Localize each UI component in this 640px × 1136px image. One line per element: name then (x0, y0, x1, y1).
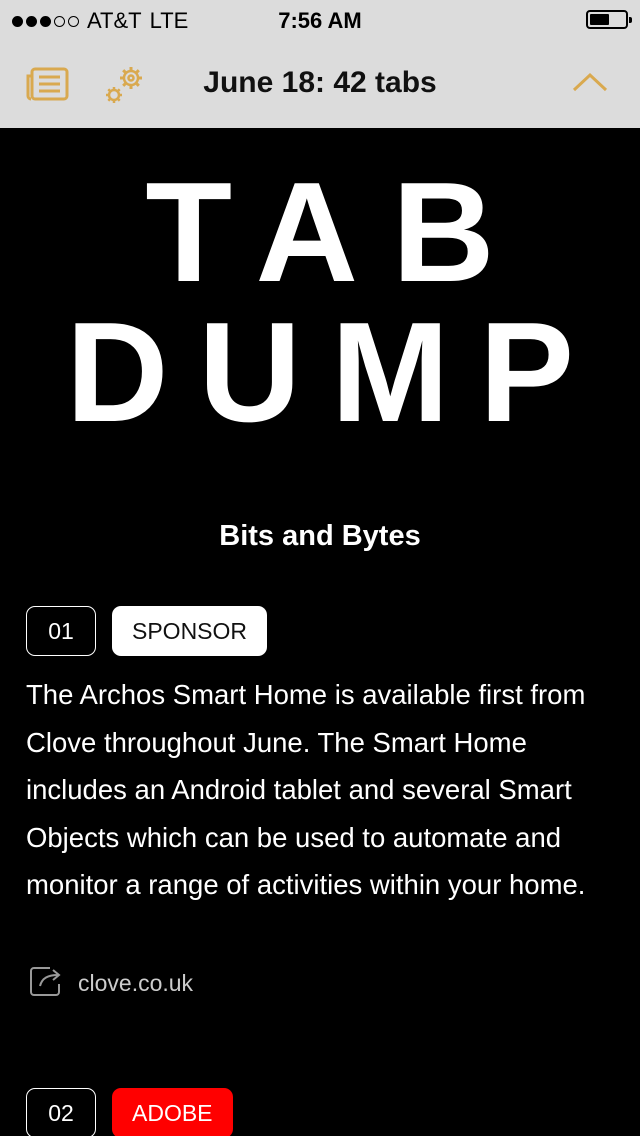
section-title: Bits and Bytes (219, 520, 421, 552)
status-time: 7:56 AM (278, 8, 362, 33)
chevron-up-icon[interactable] (570, 70, 610, 99)
top-toolbar: June 18: 42 tabs (0, 40, 640, 128)
item-number-badge: 01 (26, 606, 96, 656)
logo-line-1: TAB (145, 153, 529, 312)
item-header: 01 SPONSOR (26, 606, 268, 656)
battery-icon (586, 10, 632, 29)
item-text: The Archos Smart Home is available first… (26, 679, 586, 900)
content-area: TAB DUMP Bits and Bytes 01 SPONSOR The A… (0, 128, 640, 1136)
share-link-icon (28, 964, 64, 1003)
logo-line-2: DUMP (65, 293, 605, 452)
item-number-badge: 02 (26, 1088, 96, 1136)
item-link-text[interactable]: clove.co.uk (78, 970, 193, 997)
toolbar-title: June 18: 42 tabs (203, 66, 437, 99)
item-link[interactable]: clove.co.uk (28, 964, 193, 1003)
sponsor-tag[interactable]: SPONSOR (112, 606, 268, 656)
item-header: 02 ADOBE (26, 1088, 233, 1136)
adobe-tag[interactable]: ADOBE (112, 1088, 233, 1136)
status-bar: AT&T LTE 7:56 AM (0, 0, 640, 40)
